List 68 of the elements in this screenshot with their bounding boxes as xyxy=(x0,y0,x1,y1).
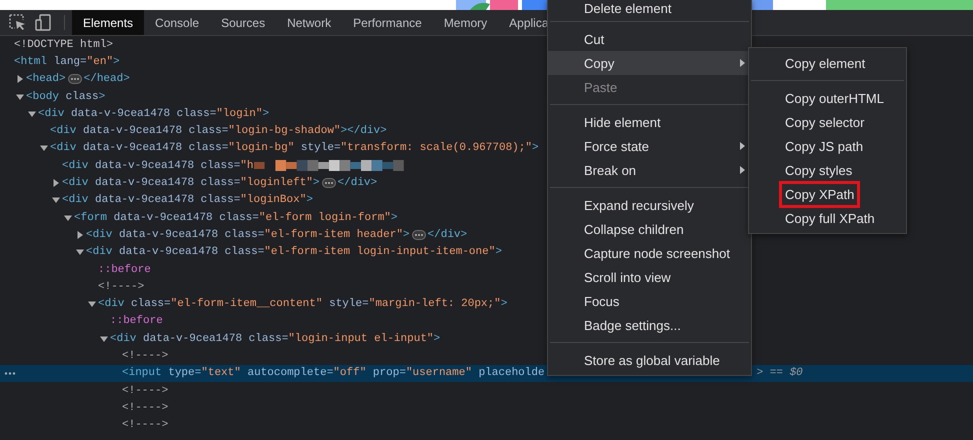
panel-tab[interactable]: Network xyxy=(276,10,342,35)
expand-triangle-icon[interactable] xyxy=(76,248,84,256)
expand-triangle-icon[interactable] xyxy=(52,196,60,204)
expand-triangle-icon[interactable] xyxy=(88,300,96,308)
menu-item[interactable]: Hide element xyxy=(548,110,751,134)
code-line: <div class="el-form-item__content" style="margin-left: 20px;"> xyxy=(98,298,508,310)
code-line: <div data-v-9cea1478 class="login"> xyxy=(38,108,270,120)
code-line: <form data-v-9cea1478 class="el-form login-form"> xyxy=(74,212,398,224)
code-line: <!DOCTYPE html> xyxy=(14,38,114,51)
menu-item[interactable]: Copy outerHTML xyxy=(749,86,906,110)
code-line: <input type="text" autocomplete="off" prop="username" placeholde xyxy=(122,367,545,380)
code-line: <div data-v-9cea1478 class="login-input el-input"> xyxy=(110,332,440,345)
closing-tag: </head> xyxy=(84,73,130,86)
menu-item[interactable]: Copy styles xyxy=(749,158,906,182)
code-line: <div data-v-9cea1478 class="el-form-item login-input-item-one"> xyxy=(86,246,502,258)
menu-item[interactable]: Expand recursively xyxy=(548,193,751,217)
panel-tab[interactable]: Memory xyxy=(432,10,498,35)
expand-triangle-icon[interactable] xyxy=(100,334,108,343)
expand-triangle-icon[interactable] xyxy=(40,144,48,152)
code-line: <head> xyxy=(26,73,66,86)
code-line: <div data-v-9cea1478 class="login-bg-shadow"></div> xyxy=(50,125,387,138)
code-line: <!----> xyxy=(122,402,168,414)
closing-tag: </div> xyxy=(428,228,468,241)
code-line: ::before xyxy=(110,315,163,328)
ellipsis-icon[interactable] xyxy=(68,74,82,84)
menu-item[interactable]: Force state xyxy=(548,134,751,158)
code-line: ::before xyxy=(98,264,151,276)
code-line: <div data-v-9cea1478 class="loginBox"> xyxy=(62,194,313,206)
menu-item[interactable]: Copy full XPath xyxy=(749,206,906,230)
code-line: <html lang="en"> xyxy=(14,56,120,68)
menu-item[interactable]: Collapse children xyxy=(548,217,751,241)
expand-triangle-icon[interactable] xyxy=(76,230,84,239)
menu-item[interactable]: Scroll into view xyxy=(548,265,751,289)
expand-triangle-icon[interactable] xyxy=(52,179,60,188)
device-icon[interactable] xyxy=(35,14,52,31)
menu-item[interactable]: Cut xyxy=(548,27,751,51)
code-line: <!----> xyxy=(122,384,168,397)
more-icon[interactable] xyxy=(4,370,16,376)
panel-tab[interactable]: Console xyxy=(144,10,210,35)
code-line: <!----> xyxy=(98,280,144,293)
ellipsis-icon[interactable] xyxy=(412,230,426,240)
code-line: <div data-v-9cea1478 class="h xyxy=(62,160,254,172)
panel-tab[interactable]: Elements xyxy=(72,10,144,35)
ellipsis-icon[interactable] xyxy=(322,178,336,188)
code-line: <body class> xyxy=(26,90,106,103)
menu-item[interactable]: Copy xyxy=(548,51,751,75)
selected-node-marker: > == $0 xyxy=(756,367,803,380)
panel-tab[interactable]: Performance xyxy=(342,10,433,35)
menu-item[interactable]: Focus xyxy=(548,289,751,313)
closing-tag: </div> xyxy=(338,177,378,190)
menu-item[interactable]: Copy selector xyxy=(749,110,906,134)
code-line: <!----> xyxy=(122,419,168,432)
code-line: <!----> xyxy=(122,350,168,362)
menu-item[interactable]: Capture node screenshot xyxy=(548,241,751,265)
menu-item[interactable]: Break on xyxy=(548,158,751,182)
menu-item[interactable]: Delete element xyxy=(548,0,751,16)
menu-item[interactable]: Copy element xyxy=(749,51,906,75)
expand-triangle-icon[interactable] xyxy=(16,75,24,84)
code-line: <div data-v-9cea1478 class="el-form-item header"> xyxy=(86,228,410,241)
expand-triangle-icon[interactable] xyxy=(16,92,24,101)
code-line: <div data-v-9cea1478 class="loginleft"> xyxy=(62,177,320,190)
inspect-icon[interactable] xyxy=(9,14,26,31)
menu-item[interactable]: Badge settings... xyxy=(548,313,751,337)
menu-item[interactable]: Copy JS path xyxy=(749,134,906,158)
panel-tab[interactable]: Sources xyxy=(210,10,276,35)
expand-triangle-icon[interactable] xyxy=(28,110,36,118)
expand-triangle-icon[interactable] xyxy=(64,214,72,222)
code-line: <div data-v-9cea1478 class="login-bg" style="transform: scale(0.967708);"> xyxy=(50,142,539,154)
